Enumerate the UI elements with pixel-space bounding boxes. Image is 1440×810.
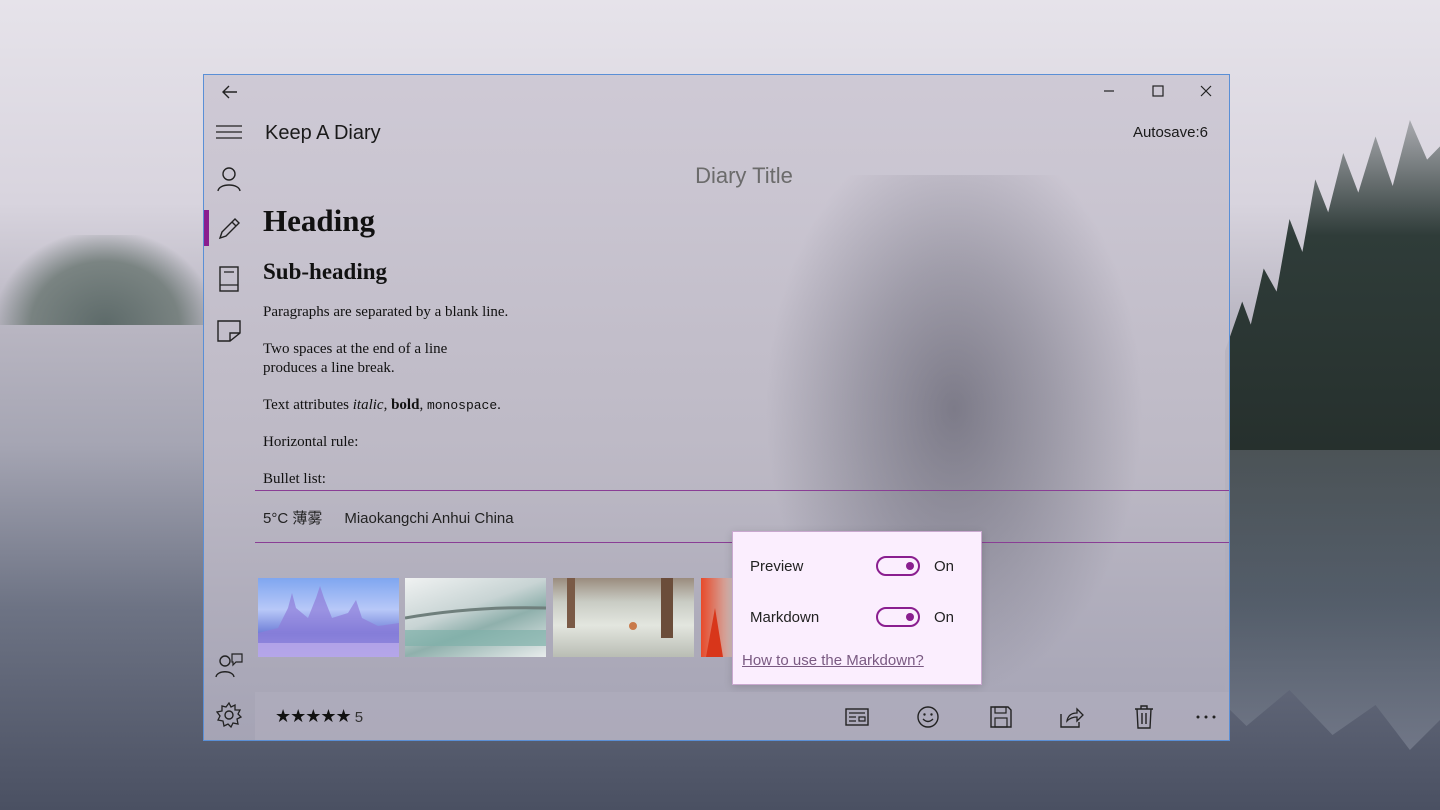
preview-toggle[interactable]	[876, 556, 920, 576]
share-icon	[1060, 707, 1084, 728]
location-text: Miaokangchi Anhui China	[344, 510, 514, 527]
emoji-button[interactable]	[913, 704, 943, 730]
save-icon	[990, 706, 1012, 728]
weather-text: 5°C 薄雾	[263, 510, 323, 527]
close-button[interactable]	[1191, 79, 1221, 103]
autosave-status: Autosave:6	[1132, 124, 1208, 141]
diary-content-preview[interactable]: Heading Sub-heading Paragraphs are separ…	[263, 203, 783, 487]
content-paragraph: Paragraphs are separated by a blank line…	[263, 304, 509, 320]
preview-row: Preview On	[750, 556, 954, 576]
monospace-text: monospace	[426, 398, 498, 413]
minimize-button[interactable]	[1094, 79, 1124, 103]
nav-settings[interactable]	[213, 699, 245, 731]
toggle-knob	[906, 562, 914, 570]
nav-write[interactable]	[213, 213, 245, 245]
nav-active-indicator	[204, 210, 209, 246]
markdown-row: Markdown On	[750, 607, 954, 627]
content-subheading: Sub-heading	[263, 259, 388, 284]
markdown-options-flyout: Preview On Markdown On How to use the Ma…	[732, 531, 982, 685]
hamburger-icon	[216, 125, 242, 139]
photo-thumbnail[interactable]	[553, 578, 694, 657]
markdown-label: Markdown	[750, 608, 820, 626]
diary-title-input[interactable]: Diary Title	[604, 163, 884, 189]
line-break-text: produces a line break.	[263, 360, 395, 376]
snowy-forest-image	[567, 578, 673, 638]
person-icon	[217, 167, 241, 192]
content-paragraph: Bullet list:	[263, 471, 326, 487]
rating[interactable]: ★★★★★ 5	[275, 706, 363, 727]
city-night-image	[258, 586, 399, 657]
more-icon	[1196, 715, 1216, 719]
italic-text: italic	[352, 397, 384, 413]
content-paragraph: Horizontal rule:	[263, 434, 359, 450]
save-button[interactable]	[986, 704, 1016, 730]
note-icon	[217, 320, 241, 342]
markdown-state: On	[934, 608, 955, 626]
gear-icon	[216, 702, 242, 728]
bold-text: bold	[391, 397, 420, 413]
nav-profile[interactable]	[213, 163, 245, 195]
toggle-knob	[906, 613, 914, 621]
share-button[interactable]	[1057, 704, 1087, 730]
pencil-icon	[218, 218, 240, 240]
period-text: .	[497, 397, 501, 413]
line-break-text: Two spaces at the end of a line	[263, 341, 448, 357]
card-icon	[845, 708, 869, 726]
desktop-treeline	[0, 235, 210, 325]
separator-text: ,	[419, 397, 427, 413]
menu-button[interactable]	[214, 121, 244, 143]
book-icon	[219, 266, 239, 292]
bottom-command-bar: ★★★★★ 5	[255, 692, 1229, 740]
nav-feedback[interactable]	[213, 649, 245, 681]
maximize-button[interactable]	[1143, 79, 1173, 103]
weather-location: 5°C 薄雾 Miaokangchi Anhui China	[263, 507, 536, 528]
close-icon	[1200, 85, 1212, 97]
feedback-icon	[215, 653, 243, 678]
content-paragraph: Two spaces at the end of a line produces …	[263, 340, 783, 378]
separator-text: ,	[383, 397, 392, 413]
delete-icon	[1135, 705, 1153, 729]
app-title: Keep A Diary	[265, 122, 381, 144]
snowy-bridge-image	[405, 606, 546, 646]
photo-thumbnail[interactable]	[405, 578, 546, 657]
divider	[255, 490, 1229, 491]
markdown-help-link[interactable]: How to use the Markdown?	[742, 652, 924, 669]
maximize-icon	[1152, 85, 1164, 97]
preview-label: Preview	[750, 557, 804, 575]
desktop-forest	[1225, 120, 1440, 450]
delete-button[interactable]	[1129, 704, 1159, 730]
content-heading: Heading	[263, 203, 375, 238]
more-button[interactable]	[1191, 704, 1221, 730]
star-rating-icon: ★★★★★	[275, 706, 352, 726]
minimize-icon	[1104, 90, 1114, 92]
nav-diary-book[interactable]	[213, 263, 245, 295]
attr-prefix: Text attributes	[263, 397, 353, 413]
template-button[interactable]	[842, 705, 872, 729]
desktop-reflection	[1225, 450, 1440, 750]
nav-notes[interactable]	[213, 315, 245, 347]
photo-thumbnail[interactable]	[258, 578, 399, 657]
emoji-icon	[917, 706, 939, 728]
content-paragraph: Text attributes italic, bold, monospace.	[263, 396, 783, 415]
rating-value: 5	[354, 709, 364, 726]
preview-state: On	[934, 557, 955, 575]
app-window: Keep A Diary Autosave:6 Diary Title Head…	[203, 74, 1230, 741]
back-button[interactable]	[218, 81, 242, 103]
markdown-toggle[interactable]	[876, 607, 920, 627]
back-icon	[222, 85, 237, 99]
